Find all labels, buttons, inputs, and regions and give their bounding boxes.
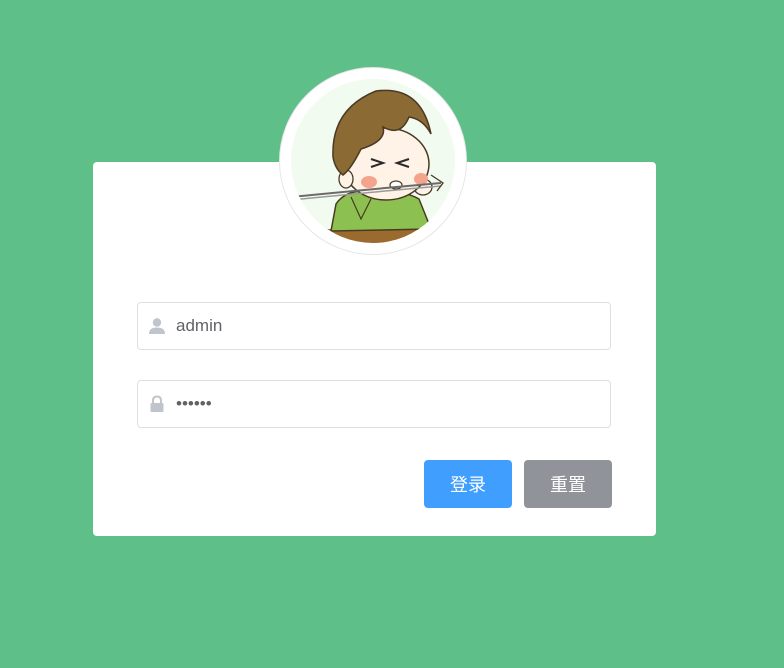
avatar: [291, 79, 455, 243]
avatar-ring: [279, 67, 467, 255]
username-field[interactable]: [137, 302, 611, 350]
cartoon-boy-avatar-icon: [291, 79, 455, 243]
username-input[interactable]: [176, 304, 610, 348]
password-field[interactable]: [137, 380, 611, 428]
lock-icon: [138, 381, 176, 427]
login-button[interactable]: 登录: [424, 460, 512, 508]
password-input[interactable]: [176, 382, 610, 426]
reset-button[interactable]: 重置: [524, 460, 612, 508]
user-icon: [138, 303, 176, 349]
